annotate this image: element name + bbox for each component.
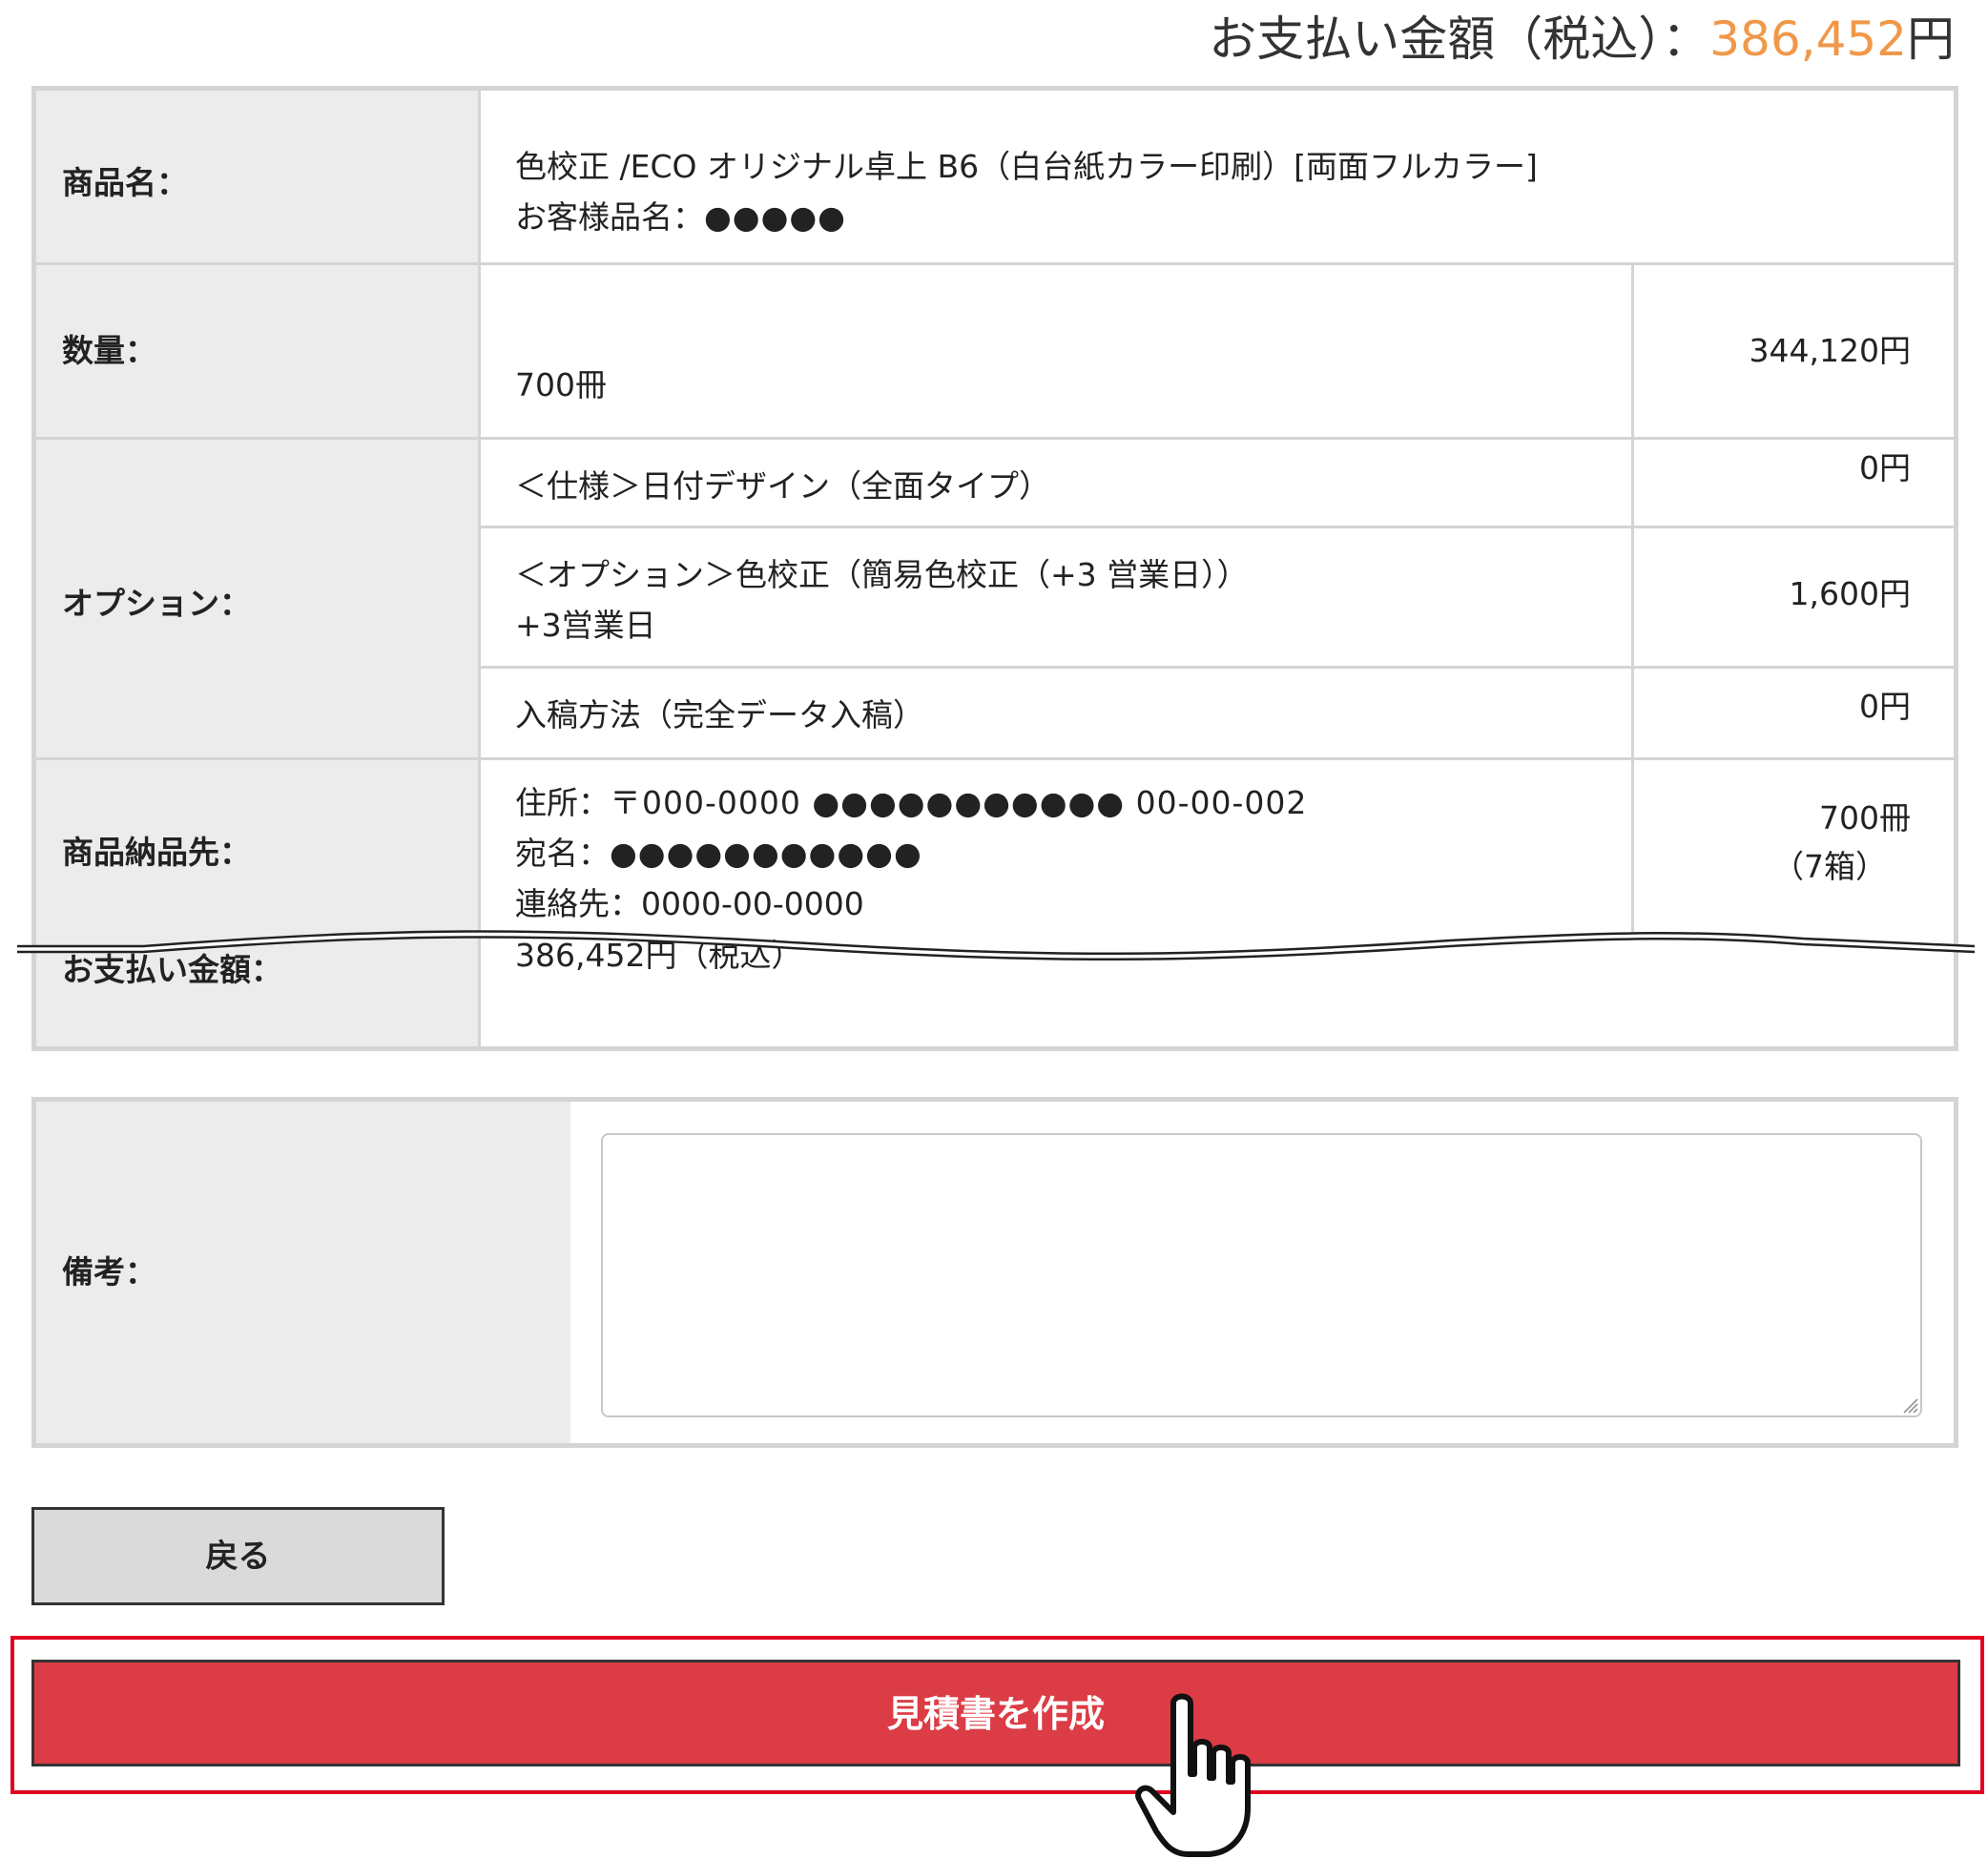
- order-summary-table: 商品名： 色校正 /ECO オリジナル卓上 B6（白台紙カラー印刷）[両面フルカ…: [31, 86, 1958, 1051]
- remarks-textarea[interactable]: [601, 1133, 1922, 1417]
- delivery-recipient: 宛名：●●●●●●●●●●●: [515, 828, 922, 878]
- delivery-contact-label: 連絡先：: [515, 885, 641, 922]
- quantity-price: 344,120円: [1749, 332, 1911, 369]
- product-name-label-cell: 商品名：: [36, 91, 481, 262]
- option-divider: [481, 526, 1954, 528]
- hand-pointer-icon: [1135, 1693, 1251, 1857]
- customer-product-name: お客様品名：●●●●●: [515, 192, 846, 242]
- customer-product-name-value: ●●●●●: [704, 198, 846, 236]
- delivery-qty: 700冊: [1819, 799, 1911, 837]
- quantity-value: 700冊: [515, 366, 607, 403]
- quantity-row: 数量： 700冊 344,120円: [36, 265, 1954, 437]
- delivery-address-value: 〒000-0000 ●●●●●●●●●●● 00-00-002: [610, 784, 1308, 821]
- delivery-row: 商品納品先： 住所：〒000-0000 ●●●●●●●●●●● 00-00-00…: [36, 760, 1954, 1046]
- back-button[interactable]: 戻る: [31, 1507, 445, 1605]
- delivery-contact-value: 0000-00-0000: [641, 885, 864, 922]
- option-item-submission-price: 0円: [1859, 688, 1911, 725]
- delivery-label-cell: 商品納品先：: [36, 760, 481, 1046]
- delivery-contact: 連絡先：0000-00-0000: [515, 878, 864, 929]
- product-name-value: 色校正 /ECO オリジナル卓上 B6（白台紙カラー印刷）[両面フルカラー]: [515, 148, 1538, 185]
- option-item-color-proof: ＜オプション＞色校正（簡易色校正（+3 営業日））: [515, 556, 1249, 593]
- payment-total-amount: 386,452: [1709, 11, 1907, 67]
- option-item-color-proof-sub: +3営業日: [515, 607, 656, 644]
- options-row: オプション： ＜仕様＞日付デザイン（全面タイプ） 0円 ＜オプション＞色校正（簡…: [36, 440, 1954, 757]
- product-name-label: 商品名：: [62, 164, 188, 201]
- delivery-address-label: 住所：: [515, 784, 610, 821]
- quantity-label: 数量：: [62, 332, 156, 369]
- delivery-boxes: （7箱）: [1772, 848, 1887, 885]
- payment-total-label: お支払い金額（税込）：: [1209, 11, 1710, 67]
- option-item-color-proof-price: 1,600円: [1789, 575, 1911, 612]
- remarks-label-cell: 備考：: [36, 1102, 570, 1443]
- resize-grip-icon[interactable]: [1898, 1394, 1919, 1415]
- delivery-recipient-value: ●●●●●●●●●●●: [610, 835, 922, 872]
- payment-total-unit: 円: [1907, 11, 1955, 67]
- create-quote-button[interactable]: 見積書を作成: [31, 1660, 1960, 1766]
- options-label: オプション：: [62, 585, 251, 622]
- option-item-spec: ＜仕様＞日付デザイン（全面タイプ）: [515, 467, 1050, 505]
- remarks-table: 備考：: [31, 1097, 1958, 1448]
- delivery-label: 商品納品先：: [62, 834, 251, 871]
- option-item-submission: 入稿方法（完全データ入稿）: [515, 696, 924, 733]
- product-name-row: 商品名： 色校正 /ECO オリジナル卓上 B6（白台紙カラー印刷）[両面フルカ…: [36, 91, 1954, 262]
- remarks-label: 備考：: [62, 1253, 156, 1291]
- options-label-cell: オプション：: [36, 440, 481, 757]
- quantity-label-cell: 数量：: [36, 265, 481, 437]
- price-column-divider: [1631, 265, 1634, 932]
- omission-break-line: [0, 930, 1988, 961]
- option-divider: [481, 666, 1954, 669]
- payment-total: お支払い金額（税込）：386,452円: [1209, 6, 1955, 72]
- customer-product-name-label: お客様品名：: [515, 198, 704, 236]
- delivery-address: 住所：〒000-0000 ●●●●●●●●●●● 00-00-002: [515, 777, 1307, 828]
- delivery-recipient-label: 宛名：: [515, 835, 610, 872]
- option-item-spec-price: 0円: [1859, 449, 1911, 486]
